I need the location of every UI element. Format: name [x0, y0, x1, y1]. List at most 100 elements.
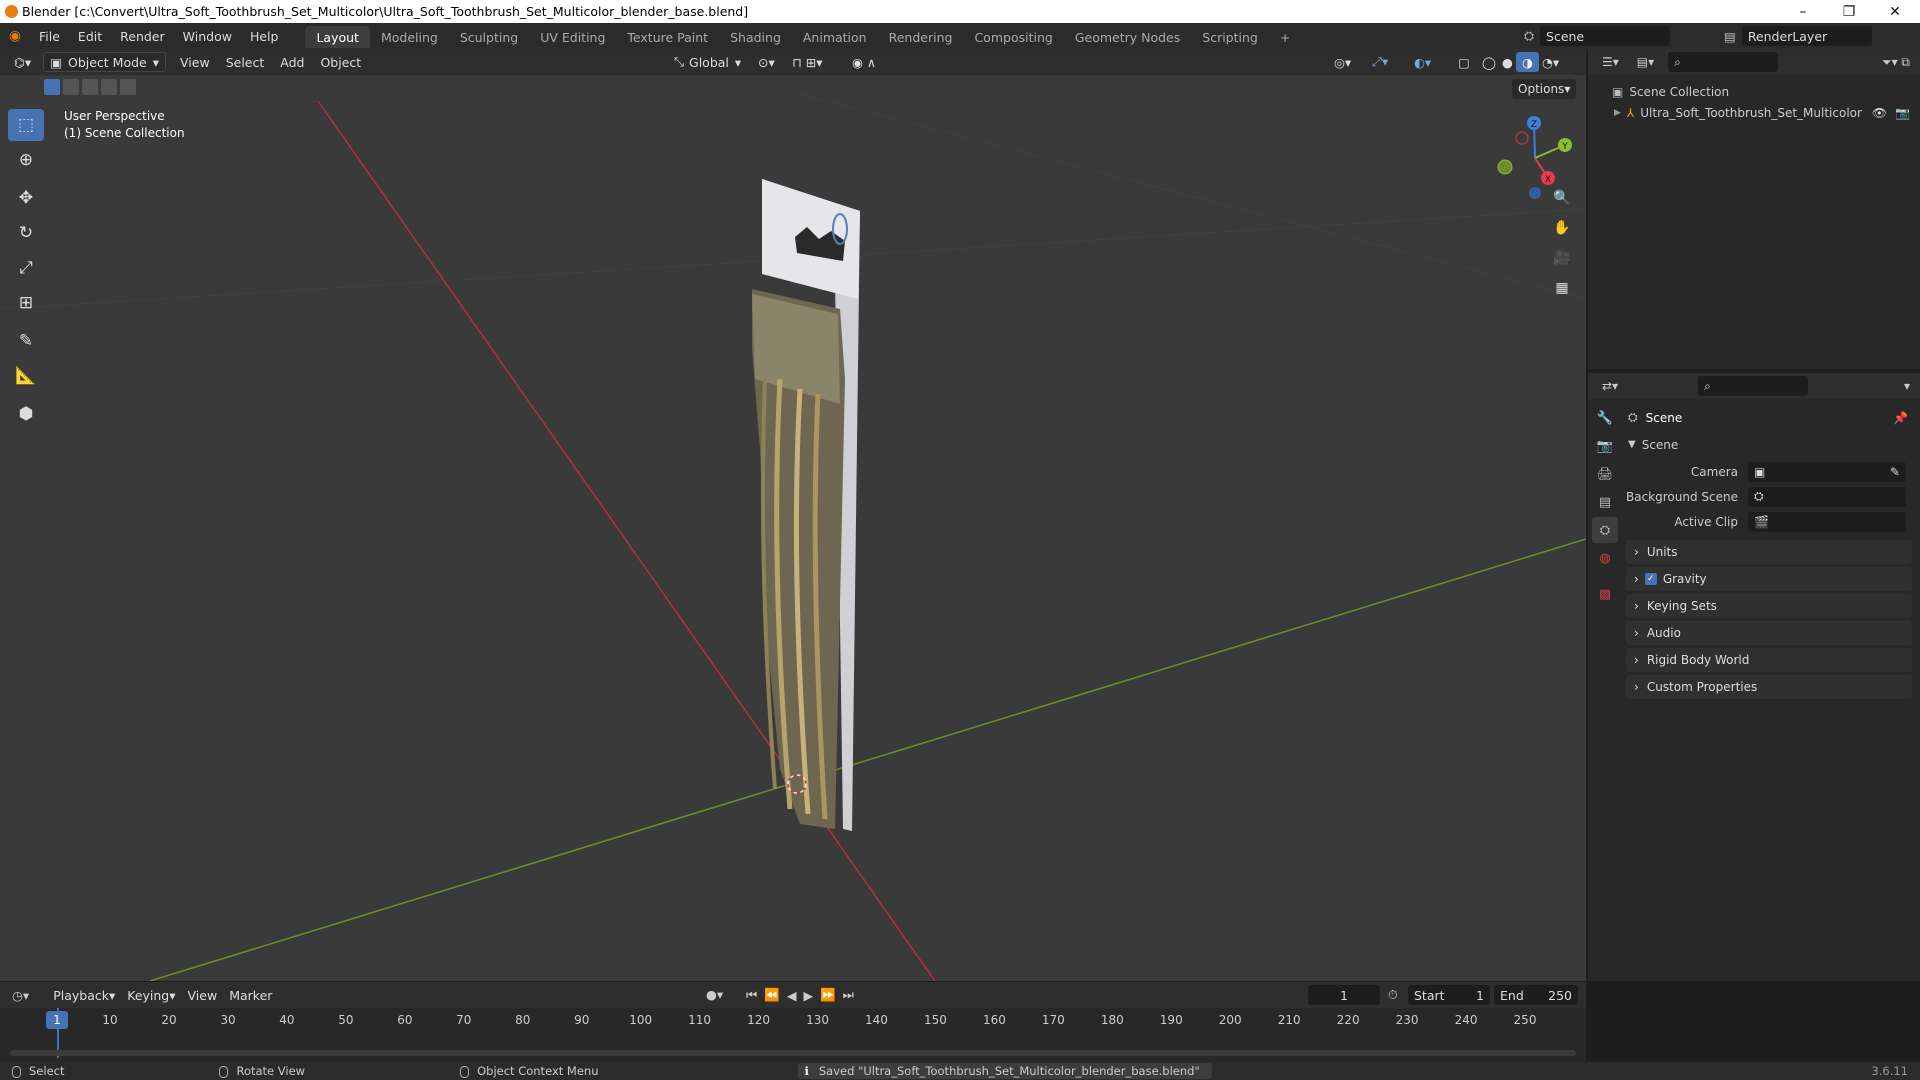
rotate-tool-icon[interactable]: ↻ [8, 217, 44, 249]
eyedropper-icon[interactable]: ✎ [1890, 465, 1900, 479]
display-mode-icon[interactable]: ▤▾ [1637, 55, 1654, 69]
gizmo-toggle-icon[interactable]: ⤢▾ [1366, 52, 1394, 72]
view-layer-properties-icon[interactable]: ▤ [1592, 489, 1618, 515]
menu-file[interactable]: File [30, 23, 69, 49]
background-scene-field[interactable]: ⛭ [1748, 486, 1906, 507]
menu-window[interactable]: Window [174, 23, 241, 49]
timeline-scrollbar[interactable] [10, 1050, 1576, 1056]
view-layer-selector[interactable]: ▤ RenderLayer [1724, 26, 1872, 46]
cursor-tool-icon[interactable]: ⊕ [8, 144, 44, 176]
view-layer-field[interactable]: RenderLayer [1741, 26, 1872, 46]
section-custom-properties[interactable]: › Custom Properties [1626, 675, 1912, 699]
tab-compositing[interactable]: Compositing [963, 26, 1063, 48]
pan-hand-icon[interactable]: ✋ [1550, 216, 1574, 240]
close-button[interactable]: ✕ [1872, 0, 1918, 23]
transform-tool-icon[interactable]: ⊞ [8, 287, 44, 319]
select-extend-icon[interactable] [63, 79, 79, 95]
transform-orientation-dropdown[interactable]: ⤡ Global ▾ [668, 52, 747, 72]
render-properties-icon[interactable]: 📷 [1592, 433, 1618, 459]
3d-viewport[interactable]: ⌬▾ ▣ Object Mode ▾ View Select Add Objec… [0, 49, 1586, 981]
gizmo-neg-y-icon[interactable] [1497, 159, 1513, 175]
tab-shading[interactable]: Shading [719, 26, 792, 48]
toothbrush-package-model[interactable] [752, 179, 860, 831]
visibility-eye-icon[interactable]: 👁 [1872, 106, 1887, 120]
grid-line [779, 88, 1586, 300]
output-properties-icon[interactable]: 🖨 [1592, 461, 1618, 487]
measure-tool-icon[interactable]: 📐 [8, 360, 44, 392]
world-properties-icon[interactable]: ◍ [1592, 545, 1618, 571]
menu-edit[interactable]: Edit [69, 23, 111, 49]
options-dropdown[interactable]: Options ▾ [1512, 79, 1577, 99]
snap-icon[interactable]: ⊓ ⊞▾ [786, 52, 828, 72]
camera-view-icon[interactable]: 🎥 [1550, 246, 1574, 270]
section-keying-sets[interactable]: › Keying Sets [1626, 594, 1912, 618]
mouse-right-icon [460, 1065, 470, 1078]
section-gravity[interactable]: › ✓ Gravity [1626, 567, 1912, 591]
outliner-search-input[interactable]: ⌕ [1668, 52, 1779, 72]
perspective-toggle-icon[interactable]: ▦ [1550, 276, 1574, 300]
scene-section-header[interactable]: ▼ Scene [1628, 432, 1920, 457]
pivot-point-icon[interactable]: ⊙▾ [752, 52, 781, 72]
pin-icon[interactable]: 📌 [1893, 411, 1908, 425]
menu-help[interactable]: Help [241, 23, 288, 49]
section-audio[interactable]: › Audio [1626, 621, 1912, 645]
gizmo-neg-x-icon[interactable] [1515, 131, 1529, 145]
select-subtract-icon[interactable] [82, 79, 98, 95]
active-clip-field[interactable]: 🎬 [1748, 511, 1906, 532]
viewport-menu-add[interactable]: Add [274, 52, 310, 72]
select-invert-icon[interactable] [101, 79, 117, 95]
visibility-icon[interactable]: ◎▾ [1328, 52, 1357, 72]
scene-name-field[interactable]: Scene [1540, 26, 1671, 46]
viewport-menu-object[interactable]: Object [314, 52, 367, 72]
tab-sculpting[interactable]: Sculpting [449, 26, 529, 48]
zoom-icon[interactable]: 🔍 [1550, 186, 1574, 210]
section-keying-sets-label: Keying Sets [1646, 599, 1717, 613]
move-tool-icon[interactable]: ✥ [8, 182, 44, 214]
tab-rendering[interactable]: Rendering [878, 26, 964, 48]
gravity-checkbox[interactable]: ✓ [1644, 573, 1657, 585]
tab-texture-paint[interactable]: Texture Paint [616, 26, 719, 48]
viewport-menu-view[interactable]: View [174, 52, 216, 72]
render-camera-icon[interactable]: 📷 [1895, 106, 1910, 120]
menu-render[interactable]: Render [111, 23, 174, 49]
editor-type-icon[interactable]: ⌬▾ [8, 52, 37, 72]
mode-dropdown[interactable]: ▣ Object Mode ▾ [43, 52, 167, 72]
proportional-edit-icon[interactable]: ◉ ∧ [846, 52, 882, 72]
rendered-shading-icon[interactable]: ◔▾ [1536, 52, 1565, 72]
section-units[interactable]: › Units [1626, 540, 1912, 564]
filter-icon[interactable]: ⏷▾ ⧉ [1882, 55, 1910, 70]
expand-arrow-icon[interactable]: ▶ [1614, 108, 1621, 118]
tab-scripting[interactable]: Scripting [1191, 26, 1269, 48]
add-cube-tool-icon[interactable]: ⬢ [8, 398, 44, 430]
properties-search-input[interactable]: ⌕ [1698, 376, 1809, 396]
chevron-down-icon: ▾ [734, 54, 742, 70]
annotate-tool-icon[interactable]: ✎ [8, 325, 44, 357]
select-intersect-icon[interactable] [120, 79, 136, 95]
add-workspace-button[interactable]: + [1269, 26, 1301, 48]
select-new-icon[interactable] [44, 79, 60, 95]
blender-menu-icon[interactable]: ◉ [0, 28, 30, 44]
chevron-down-icon[interactable]: ▾ [1904, 379, 1910, 393]
tool-properties-icon[interactable]: 🔧 [1592, 405, 1618, 431]
minimize-button[interactable]: – [1780, 0, 1826, 23]
tab-layout[interactable]: Layout [305, 26, 370, 48]
xray-toggle-icon[interactable]: ▢ [1452, 52, 1476, 72]
tab-uv-editing[interactable]: UV Editing [529, 26, 616, 48]
scene-selector[interactable]: ⛭ Scene [1524, 26, 1671, 46]
overlay-toggle-icon[interactable]: ◐▾ [1408, 52, 1437, 72]
outliner-editor-type-icon[interactable]: ☰▾ [1602, 55, 1619, 69]
tab-geometry-nodes[interactable]: Geometry Nodes [1064, 26, 1191, 48]
camera-field[interactable]: ▣ ✎ [1748, 461, 1906, 482]
select-box-tool-icon[interactable]: ⬚ [8, 109, 44, 141]
tab-modeling[interactable]: Modeling [370, 26, 449, 48]
texture-properties-icon[interactable]: ▩ [1592, 581, 1618, 607]
scene-properties-icon[interactable]: ⛭ [1592, 517, 1618, 543]
viewport-menu-select[interactable]: Select [220, 52, 271, 72]
gizmo-neg-z-icon[interactable] [1529, 187, 1541, 199]
section-rigid-body-world[interactable]: › Rigid Body World [1626, 648, 1912, 672]
maximize-button[interactable]: ❐ [1826, 0, 1872, 23]
tab-animation[interactable]: Animation [792, 26, 878, 48]
outliner-row-object[interactable]: ▶ ⅄ Ultra_Soft_Toothbrush_Set_Multicolor… [1588, 100, 1920, 125]
properties-editor-type-icon[interactable]: ⇄▾ [1602, 379, 1618, 393]
scale-tool-icon[interactable]: ⤢ [8, 252, 44, 284]
